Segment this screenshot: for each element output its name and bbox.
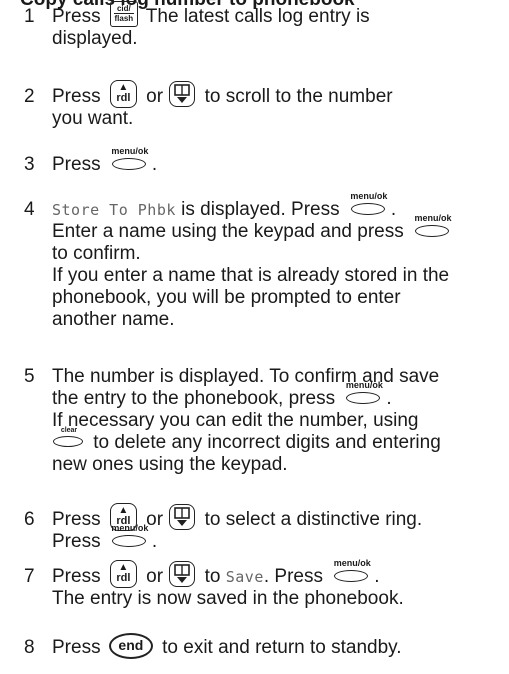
end-key-icon: end xyxy=(108,633,153,659)
step-text: to confirm. xyxy=(52,243,141,264)
menu-ok-key-icon: menu/ok xyxy=(344,380,384,406)
step-number: 7 xyxy=(24,566,35,587)
step-text: the entry to the phonebook, press xyxy=(52,388,336,409)
step-text: or xyxy=(146,566,164,588)
step-text: . Press xyxy=(263,566,323,588)
menu-ok-key-icon: menu/ok xyxy=(110,523,150,549)
step-text: Press xyxy=(52,509,101,531)
phonebook-down-key-icon xyxy=(169,504,196,530)
step-text: to scroll to the number xyxy=(204,86,393,108)
step-number: 6 xyxy=(24,509,35,530)
step-text: Press xyxy=(52,86,101,108)
menu-ok-key-icon: menu/ok xyxy=(413,213,453,239)
step-text: new ones using the keypad. xyxy=(52,454,288,475)
step-text: to delete any incorrect digits and enter… xyxy=(88,432,441,453)
step-text: Press xyxy=(52,566,101,588)
step-text: . xyxy=(386,388,392,409)
redial-up-key-icon: ▲ rdl xyxy=(109,560,137,588)
step-number: 3 xyxy=(24,154,35,175)
step-text: to exit and return to standby. xyxy=(156,637,402,659)
step-text: Press xyxy=(52,6,101,27)
step-number: 2 xyxy=(24,86,35,107)
step-text: . xyxy=(151,531,158,552)
step-text: The entry is now saved in the phonebook. xyxy=(52,588,404,609)
menu-ok-key-icon: menu/ok xyxy=(110,146,150,172)
clear-key-icon: clear xyxy=(52,427,86,450)
step-text: Press xyxy=(52,154,101,175)
cid-flash-key-icon: cid/flash xyxy=(109,0,138,27)
step-text: you want. xyxy=(52,108,134,129)
step-text: another name. xyxy=(52,309,175,330)
step-text: . xyxy=(151,154,158,175)
step-text: . xyxy=(374,566,380,588)
step-text: Press xyxy=(52,531,101,552)
step-number: 8 xyxy=(24,637,35,658)
menu-ok-key-icon: menu/ok xyxy=(349,191,389,217)
lcd-text-save: Save xyxy=(225,568,264,587)
step-text: to select a distinctive ring. xyxy=(204,509,423,531)
menu-ok-key-icon: menu/ok xyxy=(332,558,372,584)
step-text: The number is displayed. To confirm and … xyxy=(52,366,440,387)
step-number: 1 xyxy=(24,6,35,27)
step-text: Press xyxy=(52,637,101,659)
phonebook-down-key-icon xyxy=(169,81,196,107)
step-text: If you enter a name that is already stor… xyxy=(52,265,450,286)
step-text: to xyxy=(204,566,226,588)
step-text: phonebook, you will be prompted to enter xyxy=(52,287,401,308)
step-text: displayed. xyxy=(52,28,138,49)
step-text: Enter a name using the keypad and press xyxy=(52,221,404,242)
step-text: or xyxy=(146,86,164,108)
step-text: . xyxy=(390,199,397,220)
redial-up-key-icon: ▲ rdl xyxy=(109,80,137,108)
step-number: 4 xyxy=(24,199,35,220)
step-text: The latest calls log entry is xyxy=(145,6,370,27)
step-number: 5 xyxy=(24,366,35,387)
phonebook-down-key-icon xyxy=(169,561,196,587)
step-text: If necessary you can edit the number, us… xyxy=(52,410,419,431)
step-text: is displayed. Press xyxy=(175,199,340,220)
lcd-text-store: Store To Phbk xyxy=(52,201,176,219)
